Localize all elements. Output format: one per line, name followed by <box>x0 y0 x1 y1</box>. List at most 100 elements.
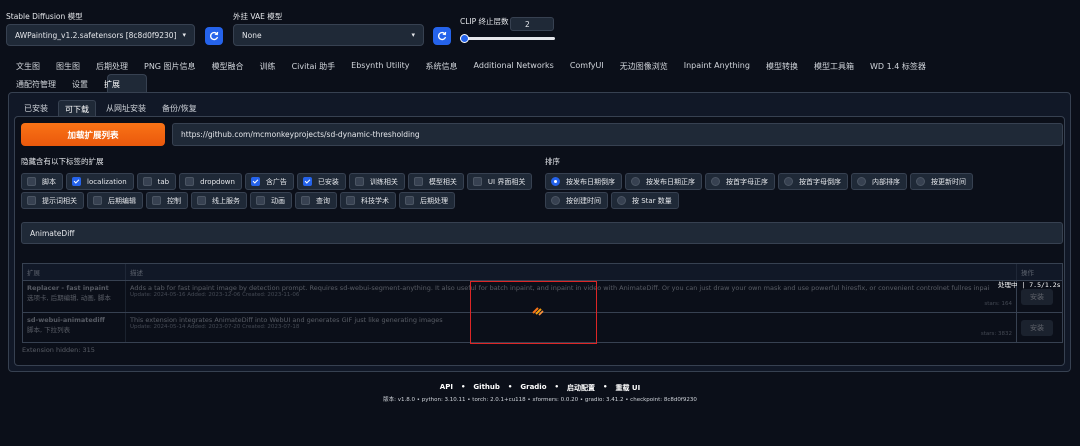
extension-name[interactable]: Replacer - fast inpaint <box>27 284 121 292</box>
hide-tag-checkbox[interactable]: UI 界面相关 <box>466 173 533 190</box>
checkbox-unchecked-icon[interactable] <box>256 196 265 205</box>
hide-tag-checkbox[interactable]: 模型相关 <box>407 173 464 190</box>
sort-radio[interactable]: 按 Star 数量 <box>611 192 679 209</box>
chevron-down-icon: ▾ <box>411 31 415 39</box>
hide-tag-checkbox[interactable]: 科技学术 <box>340 192 396 209</box>
vae-refresh-button[interactable] <box>433 27 451 45</box>
tab-row1-2[interactable]: 后期处理 <box>88 61 136 72</box>
radio-unselected-icon[interactable] <box>617 196 626 205</box>
radio-unselected-icon[interactable] <box>784 177 793 186</box>
model-refresh-button[interactable] <box>205 27 223 45</box>
tab-row2-0[interactable]: 通配符管理 <box>8 79 64 90</box>
clip-slider-thumb[interactable] <box>460 34 470 43</box>
tab-row1-1[interactable]: 图生图 <box>48 61 88 72</box>
clip-number-input[interactable]: 2 <box>510 17 554 31</box>
tab-row1-13[interactable]: 模型转换 <box>758 61 806 72</box>
install-button[interactable]: 安装 <box>1021 288 1053 305</box>
sort-radio[interactable]: 按首字母正序 <box>705 173 775 190</box>
hide-tag-checkbox[interactable]: 线上服务 <box>191 192 247 209</box>
footer-link-3[interactable]: 启动配置 <box>567 383 595 393</box>
refresh-icon <box>210 31 219 41</box>
tab-row1-10[interactable]: ComfyUI <box>562 61 612 72</box>
main-tab-bar-row2: 通配符管理 设置 扩展 <box>8 79 128 90</box>
vae-dropdown[interactable]: None ▾ <box>233 24 424 46</box>
checkbox-unchecked-icon[interactable] <box>405 196 414 205</box>
checkbox-unchecked-icon[interactable] <box>354 177 364 186</box>
radio-unselected-icon[interactable] <box>857 177 866 186</box>
radio-unselected-icon[interactable] <box>916 177 925 186</box>
tab-row1-12[interactable]: Inpaint Anything <box>676 61 758 72</box>
extension-name[interactable]: sd-webui-animatediff <box>27 316 121 324</box>
hide-tag-checkbox[interactable]: 脚本 <box>21 173 63 190</box>
checkbox-unchecked-icon[interactable] <box>185 177 195 186</box>
sort-radio[interactable]: 按首字母倒序 <box>778 173 848 190</box>
footer-link-2[interactable]: Gradio <box>520 383 546 393</box>
hide-tag-checkbox[interactable]: 后期处理 <box>399 192 455 209</box>
checkbox-unchecked-icon[interactable] <box>27 196 36 205</box>
tab-row1-3[interactable]: PNG 图片信息 <box>136 61 204 72</box>
tab-row1-5[interactable]: 训练 <box>252 61 284 72</box>
hide-tag-checkbox[interactable]: 动画 <box>250 192 292 209</box>
checkbox-unchecked-icon[interactable] <box>413 177 423 186</box>
sort-radio[interactable]: 按创建时间 <box>545 192 608 209</box>
checkbox-unchecked-icon[interactable] <box>27 177 36 186</box>
clip-slider-track[interactable] <box>460 37 555 40</box>
checkbox-unchecked-icon[interactable] <box>142 177 152 186</box>
extension-search-input[interactable]: AnimateDiff <box>21 222 1063 244</box>
radio-unselected-icon[interactable] <box>631 177 640 186</box>
sort-label: 排序 <box>545 157 560 166</box>
sort-radio[interactable]: 按发布日期正序 <box>625 173 702 190</box>
tab-row1-15[interactable]: WD 1.4 标签器 <box>862 61 934 72</box>
footer-separator: • <box>554 383 559 391</box>
checkbox-checked-icon[interactable] <box>302 177 312 186</box>
tab-row1-6[interactable]: Civitai 助手 <box>284 61 344 72</box>
tab-row2-1[interactable]: 设置 <box>64 79 96 90</box>
hide-tag-checkbox[interactable]: localization <box>66 173 134 190</box>
hide-tag-checkbox[interactable]: 已安装 <box>296 173 346 190</box>
sort-radio[interactable]: 内部排序 <box>851 173 907 190</box>
sort-options-group: 按发布日期倒序 按发布日期正序 按首字母正序 按首字母倒序 内部排序 按更新时间按创建时间… <box>545 173 1015 209</box>
footer-link-0[interactable]: API <box>440 383 453 393</box>
hide-tag-checkbox[interactable]: 控制 <box>146 192 188 209</box>
radio-unselected-icon[interactable] <box>551 196 560 205</box>
extension-index-url-input[interactable]: https://github.com/mcmonkeyprojects/sd-d… <box>172 123 1063 146</box>
sort-radio[interactable]: 按发布日期倒序 <box>545 173 622 190</box>
footer-link-4[interactable]: 重载 UI <box>615 383 640 393</box>
sort-radio[interactable]: 按更新时间 <box>910 173 973 190</box>
checkbox-checked-icon[interactable] <box>72 177 81 186</box>
hide-tag-checkbox[interactable]: dropdown <box>179 173 242 190</box>
hide-tag-checkbox[interactable]: 查询 <box>295 192 337 209</box>
checkbox-unchecked-icon[interactable] <box>346 196 355 205</box>
tab-row1-14[interactable]: 模型工具箱 <box>806 61 862 72</box>
tab-row1-9[interactable]: Additional Networks <box>466 61 562 72</box>
progress-text: 处理中 | 7.5/1.2s <box>998 281 1061 289</box>
checkbox-unchecked-icon[interactable] <box>472 177 482 186</box>
model-dropdown[interactable]: AWPainting_v1.2.safetensors [8c8d0f9230]… <box>6 24 195 46</box>
hide-tag-label: 脚本 <box>42 177 56 186</box>
checkbox-unchecked-icon[interactable] <box>301 196 310 205</box>
load-extension-list-button[interactable]: 加载扩展列表 <box>21 123 165 146</box>
tab-row1-7[interactable]: Ebsynth Utility <box>343 61 417 72</box>
chevron-down-icon: ▾ <box>182 31 186 39</box>
tab-row2-2[interactable]: 扩展 <box>96 79 128 90</box>
extension-tags: 选项卡, 后期编辑, 动画, 脚本 <box>27 294 111 302</box>
hide-tag-checkbox[interactable]: 训练相关 <box>348 173 405 190</box>
tab-row1-0[interactable]: 文生图 <box>8 61 48 72</box>
hide-tag-checkbox[interactable]: 提示词相关 <box>21 192 84 209</box>
hide-tag-label: 提示词相关 <box>42 196 77 205</box>
sort-option-label: 按发布日期正序 <box>646 177 695 186</box>
checkbox-unchecked-icon[interactable] <box>152 196 161 205</box>
tab-row1-4[interactable]: 模型融合 <box>204 61 252 72</box>
tab-row1-8[interactable]: 系统信息 <box>418 61 466 72</box>
radio-selected-icon[interactable] <box>551 177 560 186</box>
install-button[interactable]: 安装 <box>1021 319 1053 336</box>
checkbox-unchecked-icon[interactable] <box>93 196 102 205</box>
footer-link-1[interactable]: Github <box>473 383 499 393</box>
radio-unselected-icon[interactable] <box>711 177 720 186</box>
hide-tag-checkbox[interactable]: 含广告 <box>244 173 294 190</box>
hide-tag-checkbox[interactable]: tab <box>136 173 177 190</box>
checkbox-unchecked-icon[interactable] <box>197 196 206 205</box>
checkbox-checked-icon[interactable] <box>250 177 260 186</box>
hide-tag-checkbox[interactable]: 后期编辑 <box>87 192 143 209</box>
tab-row1-11[interactable]: 无边图像浏览 <box>612 61 676 72</box>
